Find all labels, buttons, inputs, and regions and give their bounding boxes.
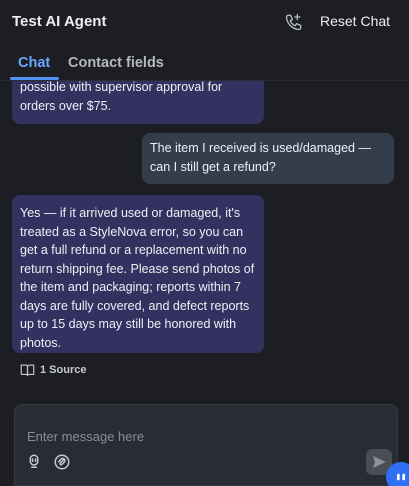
microphone-icon — [29, 454, 39, 468]
tab-contact-fields[interactable]: Contact fields — [68, 55, 164, 71]
call-button[interactable] — [283, 11, 305, 33]
bot-message: possible with supervisor approval for or… — [12, 81, 264, 124]
source-link[interactable]: 1 Source — [20, 363, 86, 377]
chat-widget-button[interactable] — [386, 462, 409, 486]
microphone-button[interactable] — [25, 453, 43, 471]
bot-face-icon — [397, 473, 405, 481]
source-label: 1 Source — [40, 364, 87, 376]
user-message: The item I received is used/damaged — ca… — [142, 133, 394, 184]
phone-icon — [285, 13, 302, 31]
attachment-icon — [54, 454, 70, 470]
message-input[interactable] — [15, 405, 397, 451]
send-icon — [373, 456, 386, 468]
book-icon — [20, 364, 35, 377]
reset-chat-button[interactable]: Reset Chat — [320, 13, 390, 29]
tab-bar: Chat Contact fields — [0, 50, 409, 82]
page-title: Test AI Agent — [12, 13, 107, 30]
bot-message: Yes — if it arrived used or damaged, it'… — [12, 195, 264, 353]
message-composer — [14, 404, 398, 486]
attach-button[interactable] — [53, 453, 71, 471]
message-list: possible with supervisor approval for or… — [0, 81, 409, 391]
chat-header: Test AI Agent Reset Chat — [0, 0, 409, 44]
tab-chat[interactable]: Chat — [18, 55, 50, 71]
